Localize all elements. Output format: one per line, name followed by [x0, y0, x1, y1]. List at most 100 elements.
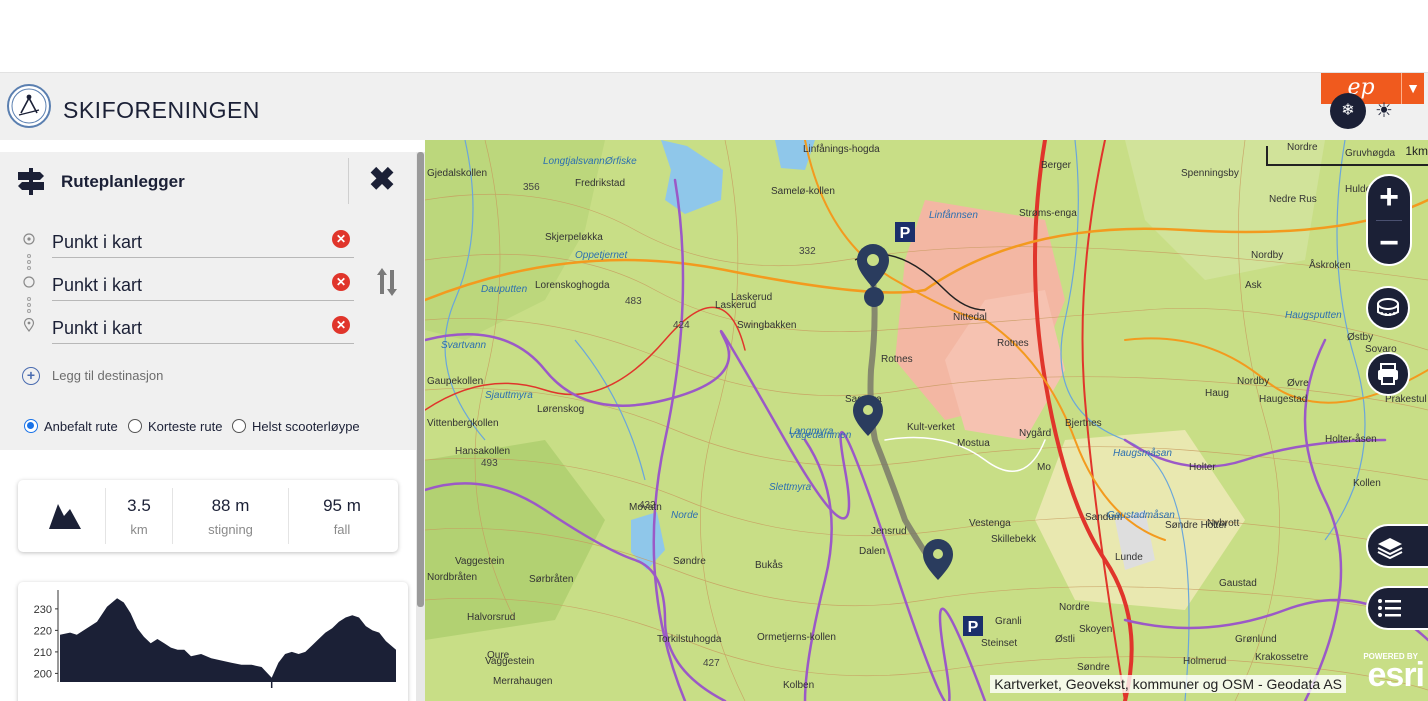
- map-place-label: Jensrud: [871, 526, 907, 537]
- map-place-label: Lunde: [1115, 552, 1143, 563]
- radio-button-selected[interactable]: [24, 419, 38, 433]
- map-place-label: Hansakollen: [455, 446, 510, 457]
- parking-sign[interactable]: P: [963, 616, 983, 636]
- map-place-label: Mo: [1037, 462, 1051, 473]
- map-place-label: Østby: [1347, 332, 1373, 343]
- map-place-label: Nordbråten: [427, 571, 477, 583]
- skiforeningen-logo[interactable]: [7, 84, 51, 128]
- map-place-label: Nittedal: [953, 312, 987, 323]
- map-place-label: Swingbakken: [737, 320, 796, 331]
- scrollbar-thumb[interactable]: [417, 152, 424, 607]
- swap-arrows-icon[interactable]: [375, 264, 399, 300]
- route-stop-2: ✕: [22, 267, 354, 301]
- stop-2-input[interactable]: [52, 267, 354, 301]
- route-stop-3: ✕: [22, 310, 354, 344]
- map-place-label: Kollen: [1353, 478, 1381, 489]
- layers-button[interactable]: [1366, 524, 1428, 568]
- map-place-label: Søndre: [673, 556, 706, 567]
- remove-stop-3-icon[interactable]: ✕: [332, 316, 350, 334]
- radio-label: Helst scooterløype: [252, 419, 360, 434]
- legend-list-button[interactable]: [1366, 586, 1428, 630]
- panel-scrollbar[interactable]: [416, 152, 425, 701]
- map-place-label: Nordre: [1059, 602, 1090, 613]
- map-place-label: Skillebekk: [991, 534, 1037, 545]
- esri-logo[interactable]: esri: [1368, 656, 1425, 695]
- descent-value: 95 m: [323, 496, 361, 515]
- start-circle-icon: [23, 233, 35, 245]
- map-place-label: Spenningsby: [1181, 168, 1239, 179]
- map-place-label: Svartvann: [441, 340, 486, 351]
- site-header: SKIFORENINGEN ep ▼ ❄ ☀: [0, 72, 1428, 140]
- stop-1-input[interactable]: [52, 224, 354, 258]
- remove-stop-1-icon[interactable]: ✕: [332, 230, 350, 248]
- map-place-label: Haugestad: [1259, 394, 1307, 405]
- stat-descent: 95 m fall: [289, 480, 395, 552]
- map-place-label: Gaupekollen: [427, 376, 483, 387]
- tape-measure-icon: [1377, 298, 1399, 316]
- map-place-label: Lorenskoghogda: [535, 280, 610, 291]
- add-destination-label: Legg til destinasjon: [52, 368, 164, 383]
- measure-button[interactable]: [1366, 286, 1410, 330]
- map-place-label: Rotnes: [997, 338, 1029, 349]
- remove-stop-2-icon[interactable]: ✕: [332, 273, 350, 291]
- route-stop-1: ✕: [22, 224, 354, 258]
- distance-unit: km: [130, 522, 148, 537]
- map-place-label: Granli: [995, 616, 1022, 627]
- zoom-out-button[interactable]: −: [1368, 222, 1410, 266]
- map-place-label: Holter: [1189, 462, 1216, 473]
- snowflake-icon[interactable]: ❄: [1330, 93, 1366, 129]
- map-place-label: Krakossetre: [1255, 652, 1309, 663]
- stat-distance: 3.5 km: [106, 480, 172, 552]
- zoom-in-button[interactable]: +: [1368, 176, 1410, 220]
- map-place-label: Torkilstuhogda: [657, 634, 722, 645]
- map-place-label: Longtjalsvann: [543, 156, 605, 167]
- map-place-label: Nordby: [1251, 250, 1283, 261]
- map-place-label: Skoyen: [1079, 624, 1112, 635]
- spot-height-label: 424: [673, 320, 690, 331]
- stat-climb: 88 m stigning: [173, 480, 288, 552]
- map-place-label: Gjedalskollen: [427, 168, 487, 179]
- brand-name[interactable]: SKIFORENINGEN: [63, 97, 260, 124]
- title-divider: [348, 158, 349, 204]
- elevation-profile-card: 200 210 220 230: [18, 582, 408, 701]
- radio-button[interactable]: [128, 419, 142, 433]
- stop-3-input[interactable]: [52, 310, 354, 344]
- zoom-controls: + −: [1366, 174, 1412, 266]
- map-place-label: Haugsputten: [1285, 310, 1342, 321]
- destination-marker-icon[interactable]: [923, 539, 953, 580]
- map-place-label: Laskerud: [715, 300, 756, 311]
- close-icon[interactable]: ✖: [365, 162, 399, 196]
- map-place-label: Linfånnsen: [929, 209, 978, 221]
- map-place-label: Bjertnes: [1065, 418, 1102, 429]
- elevation-area: [60, 598, 396, 682]
- map-place-label: Ørfiske: [604, 156, 637, 167]
- printer-icon: [1378, 363, 1398, 385]
- app-window: SKIFORENINGEN ep ▼ ❄ ☀ Gjedalskollen Ørf…: [0, 0, 1428, 701]
- map-place-label: Dauputten: [481, 284, 528, 295]
- map-place-label: Øvre: [1287, 378, 1309, 389]
- list-icon: [1378, 599, 1401, 617]
- map-place-label: Norde: [671, 510, 699, 521]
- map-place-label: Bukås: [755, 559, 783, 571]
- map-place-label: Merrahaugen: [493, 676, 552, 687]
- map-canvas[interactable]: Gjedalskollen Ørfiske Fredrikstad Samelø-ko…: [425, 140, 1428, 701]
- waypoint-marker-icon[interactable]: [853, 395, 883, 436]
- parking-sign[interactable]: P: [895, 222, 915, 242]
- map-place-label: Steinset: [981, 638, 1017, 649]
- chevron-down-icon[interactable]: ▼: [1401, 73, 1424, 104]
- start-marker-icon[interactable]: [857, 244, 889, 307]
- map-place-label: Vestenga: [969, 518, 1011, 529]
- panel-title: Ruteplanlegger: [61, 172, 185, 191]
- descent-unit: fall: [333, 522, 351, 537]
- map-place-label: Vågedammen: [789, 429, 852, 441]
- map-place-label: Åskroken: [1309, 258, 1351, 271]
- signpost-icon: [18, 168, 44, 195]
- map-place-label: Kult-verket: [907, 422, 955, 433]
- map-place-label: Gaustadmåsan: [1107, 509, 1175, 521]
- map-scale-bar: [1266, 146, 1428, 166]
- sun-icon[interactable]: ☀: [1368, 93, 1400, 129]
- radio-button[interactable]: [232, 419, 246, 433]
- map-place-label: Dalen: [859, 546, 885, 557]
- print-button[interactable]: [1366, 352, 1410, 396]
- map-place-label: Nordby: [1237, 376, 1269, 387]
